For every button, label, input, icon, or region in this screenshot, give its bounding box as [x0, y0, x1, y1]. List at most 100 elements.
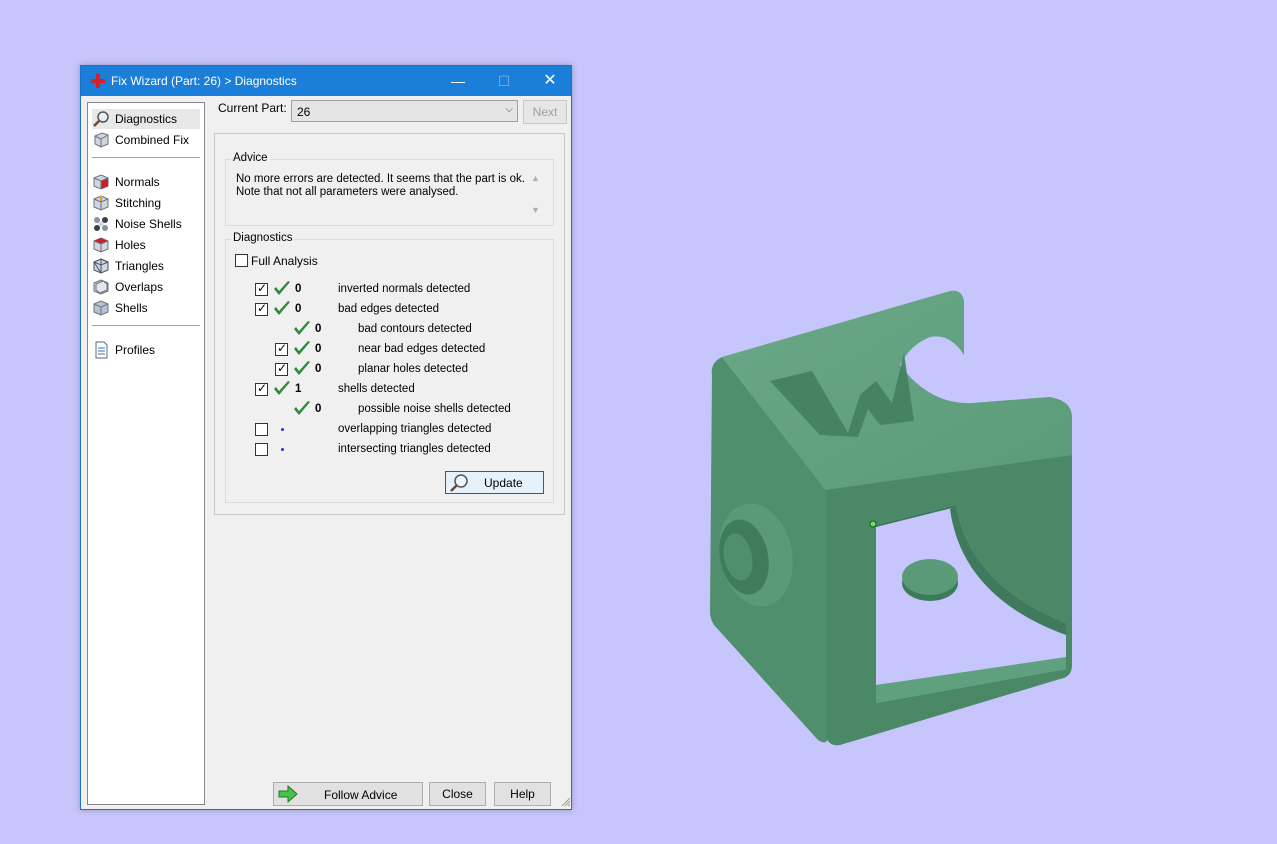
- nav-divider: [92, 157, 200, 158]
- row-label: planar holes detected: [358, 363, 468, 375]
- nav-label: Normals: [115, 175, 160, 189]
- green-check-icon: [274, 381, 290, 395]
- nav-label: Triangles: [115, 259, 164, 273]
- row-checkbox[interactable]: ✓: [255, 301, 268, 316]
- next-button[interactable]: Next: [523, 100, 567, 124]
- document-icon: [95, 341, 108, 359]
- follow-advice-button[interactable]: Follow Advice: [273, 782, 423, 806]
- advice-line: Note that not all parameters were analys…: [236, 186, 459, 198]
- row-checkbox[interactable]: ✓: [255, 281, 268, 296]
- nav-item-holes[interactable]: Holes: [92, 235, 200, 255]
- row-label: intersecting triangles detected: [338, 443, 491, 455]
- close-window-button[interactable]: ✕: [527, 66, 573, 96]
- row-count: 0: [315, 323, 322, 335]
- checkmark-icon: ✓: [257, 281, 268, 295]
- minimize-button[interactable]: —: [435, 66, 481, 96]
- noise-shells-icon: [94, 217, 108, 231]
- nav-item-profiles[interactable]: Profiles: [92, 340, 200, 360]
- row-label: bad contours detected: [358, 323, 472, 335]
- row-count: 1: [295, 383, 302, 395]
- current-part-select[interactable]: 26 ⌵: [291, 100, 518, 122]
- full-analysis-label: Full Analysis: [251, 254, 318, 268]
- magnifier-icon: [93, 111, 109, 127]
- update-button[interactable]: Update: [445, 471, 544, 494]
- nav-label: Shells: [115, 301, 148, 315]
- advice-scrollbar[interactable]: ▲ ▼: [528, 173, 544, 217]
- green-check-icon: [294, 321, 310, 335]
- shells-cube-icon: [93, 300, 109, 316]
- checkmark-icon: ✓: [277, 341, 288, 355]
- row-label: inverted normals detected: [338, 283, 471, 295]
- row-count: 0: [315, 343, 322, 355]
- row-label: shells detected: [338, 383, 415, 395]
- normals-cube-icon: [93, 174, 109, 190]
- row-label: near bad edges detected: [358, 343, 486, 355]
- update-label: Update: [484, 476, 523, 490]
- help-button[interactable]: Help: [494, 782, 551, 806]
- nav-label: Diagnostics: [115, 112, 178, 126]
- green-check-icon: [294, 341, 310, 355]
- wizard-nav-list[interactable]: Diagnostics Combined Fix Normals Stitchi…: [87, 102, 205, 805]
- nav-divider: [92, 325, 200, 326]
- pending-dot-icon: [281, 428, 284, 431]
- row-count: 0: [295, 283, 302, 295]
- checkmark-icon: ✓: [257, 381, 268, 395]
- row-checkbox[interactable]: ✓: [275, 341, 288, 356]
- advice-line: No more errors are detected. It seems th…: [236, 173, 525, 185]
- pending-dot-icon: [281, 448, 284, 451]
- full-analysis-checkbox[interactable]: [235, 254, 248, 267]
- arrow-right-icon: [278, 785, 298, 803]
- chevron-down-icon: ⌵: [505, 104, 513, 115]
- row-count: 0: [315, 403, 322, 415]
- nav-label: Holes: [115, 238, 146, 252]
- row-count: 0: [315, 363, 322, 375]
- green-check-icon: [294, 361, 310, 375]
- window-title: Fix Wizard (Part: 26) > Diagnostics: [111, 74, 297, 88]
- nav-item-normals[interactable]: Normals: [92, 172, 200, 192]
- nav-label: Combined Fix: [115, 133, 190, 147]
- green-check-icon: [274, 281, 290, 295]
- row-count: 0: [295, 303, 302, 315]
- row-checkbox[interactable]: [255, 443, 268, 456]
- nav-item-diagnostics[interactable]: Diagnostics: [92, 109, 200, 129]
- green-check-icon: [274, 301, 290, 315]
- resize-grip-icon[interactable]: [561, 797, 571, 807]
- overlaps-cube-icon: [93, 279, 109, 295]
- nav-label: Noise Shells: [115, 217, 182, 231]
- scroll-down-icon[interactable]: ▼: [531, 205, 540, 215]
- checkmark-icon: ✓: [257, 301, 268, 315]
- current-part-label: Current Part:: [218, 101, 287, 115]
- nav-item-noise-shells[interactable]: Noise Shells: [92, 214, 200, 234]
- fix-wizard-window: Fix Wizard (Part: 26) > Diagnostics — ☐ …: [80, 65, 572, 810]
- row-checkbox[interactable]: ✓: [275, 361, 288, 376]
- nav-item-shells[interactable]: Shells: [92, 298, 200, 318]
- nav-label: Overlaps: [115, 280, 164, 294]
- advice-title: Advice: [231, 152, 270, 164]
- nav-item-stitching[interactable]: Stitching: [92, 193, 200, 213]
- holes-cube-icon: [93, 237, 109, 253]
- follow-advice-label: Follow Advice: [324, 788, 398, 802]
- triangles-cube-icon: [93, 258, 109, 274]
- row-label: bad edges detected: [338, 303, 440, 315]
- stitching-cube-icon: [93, 195, 109, 211]
- checkmark-icon: ✓: [277, 361, 288, 375]
- nav-item-triangles[interactable]: Triangles: [92, 256, 200, 276]
- 3d-part-model[interactable]: [700, 285, 1080, 755]
- diagnostics-title: Diagnostics: [231, 232, 295, 244]
- close-button[interactable]: Close: [429, 782, 486, 806]
- scroll-up-icon[interactable]: ▲: [531, 173, 540, 183]
- green-check-icon: [294, 401, 310, 415]
- nav-item-overlaps[interactable]: Overlaps: [92, 277, 200, 297]
- maximize-button[interactable]: ☐: [481, 66, 527, 96]
- cube-stack-icon: [94, 132, 109, 148]
- nav-label: Profiles: [115, 343, 156, 357]
- nav-item-combined-fix[interactable]: Combined Fix: [92, 130, 200, 150]
- title-bar[interactable]: Fix Wizard (Part: 26) > Diagnostics — ☐ …: [81, 66, 571, 96]
- row-checkbox[interactable]: ✓: [255, 381, 268, 396]
- advice-text: No more errors are detected. It seems th…: [225, 168, 545, 218]
- nav-label: Stitching: [115, 196, 162, 210]
- row-checkbox[interactable]: [255, 423, 268, 436]
- app-logo-icon: [91, 74, 105, 88]
- row-label: possible noise shells detected: [358, 403, 511, 415]
- magnifier-icon: [450, 474, 468, 492]
